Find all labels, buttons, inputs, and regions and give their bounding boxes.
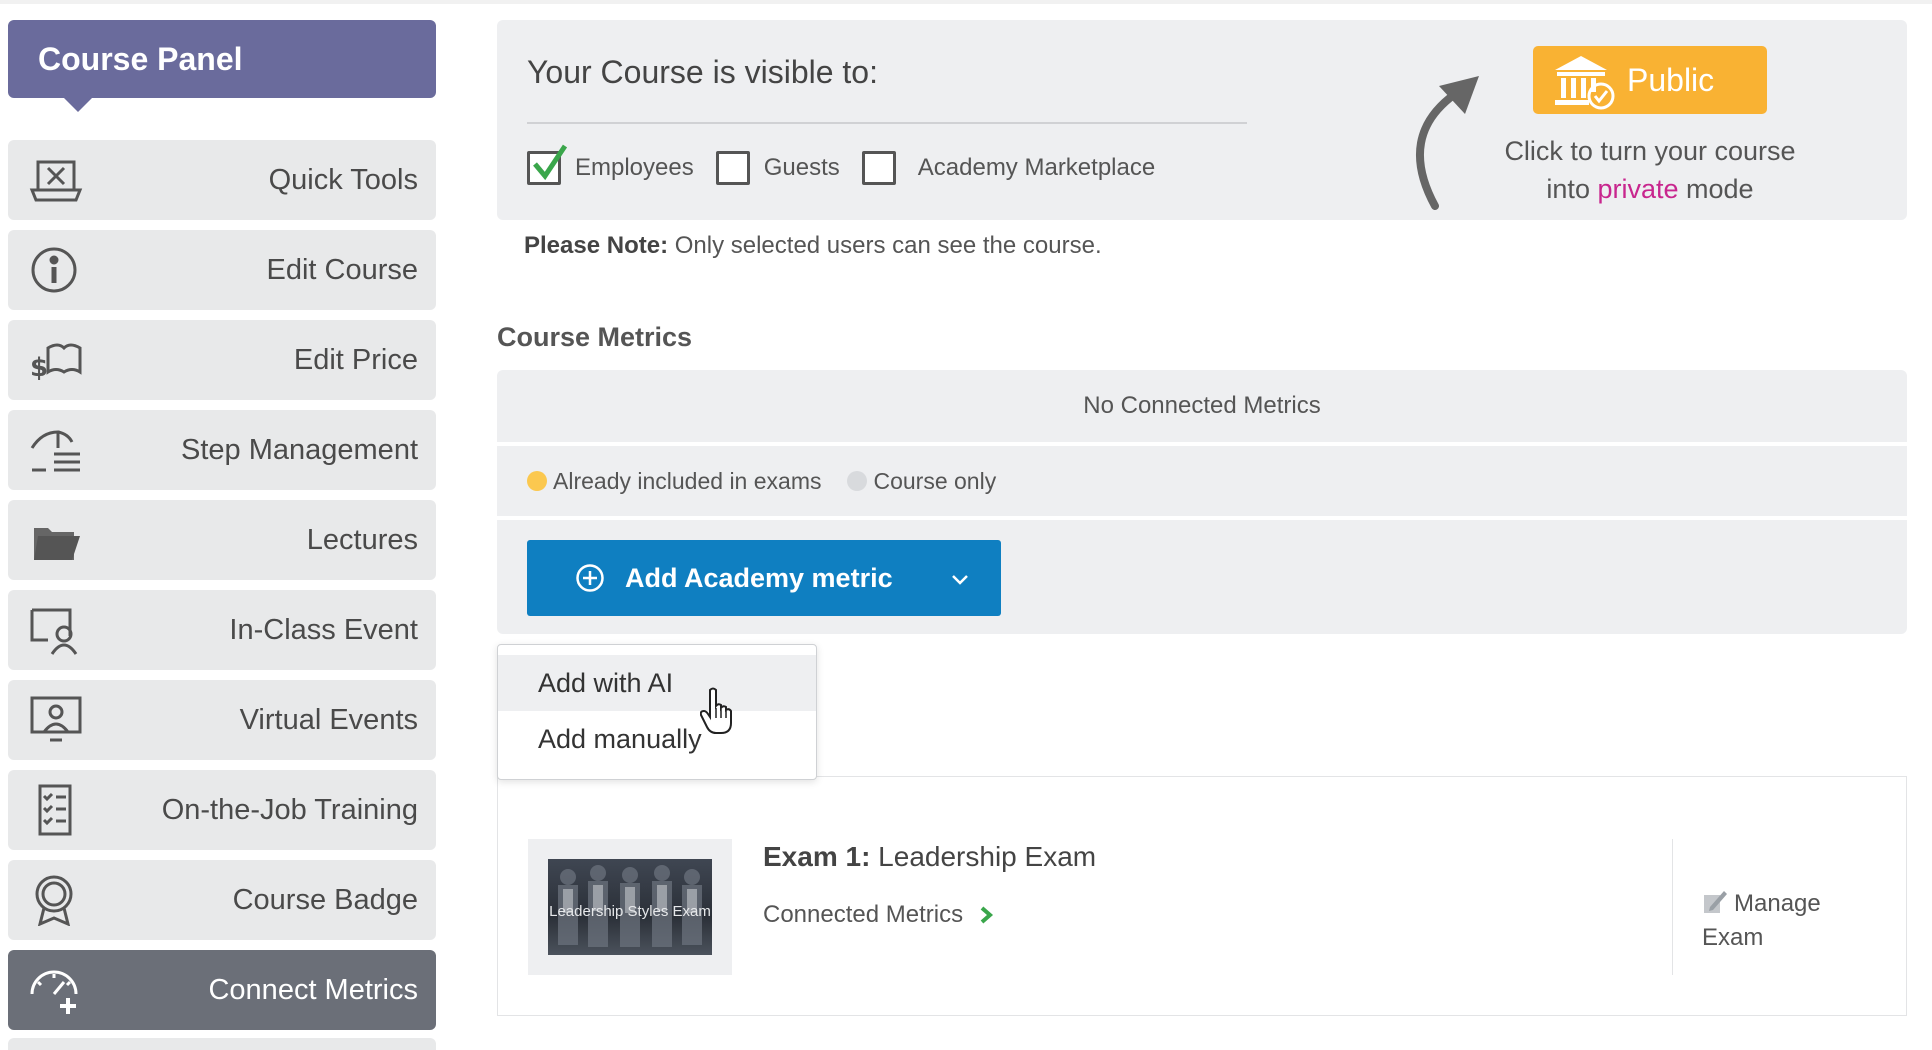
sidebar-item-course-badge[interactable]: Course Badge — [8, 860, 436, 940]
metrics-legend: Already included in exams Course only — [497, 446, 1907, 516]
sidebar-item-label: Connect Metrics — [208, 974, 418, 1006]
sidebar-item-on-the-job-training[interactable]: On-the-Job Training — [8, 770, 436, 850]
sidebar-nav: Quick Tools Edit Course $ Edit Price Ste… — [8, 140, 436, 1040]
course-panel-title: Course Panel — [38, 41, 243, 77]
bank-check-icon — [1555, 56, 1615, 110]
sidebar-item-label: In-Class Event — [229, 614, 418, 646]
chevron-right-icon — [980, 906, 994, 924]
exam-name: Leadership Exam — [870, 841, 1097, 872]
sidebar-item-label: Virtual Events — [239, 704, 418, 736]
sidebar-item-label: On-the-Job Training — [161, 794, 418, 826]
legend-label-exams: Already included in exams — [553, 467, 822, 494]
add-metric-row: Add Academy metric — [497, 520, 1907, 634]
visibility-option-academy-marketplace[interactable]: Academy Marketplace — [861, 151, 1156, 185]
exam-thumbnail[interactable]: Leadership Styles Exam — [548, 859, 712, 955]
public-toggle-button[interactable]: Public — [1533, 46, 1767, 114]
exam-thumbnail-frame: Leadership Styles Exam — [528, 839, 732, 975]
exam-card: Leadership Styles Exam Exam 1: Leadershi… — [497, 776, 1907, 1016]
visibility-option-employees[interactable]: Employees — [527, 144, 694, 185]
academy-marketplace-checkbox[interactable] — [861, 151, 896, 185]
legend-label-course: Course only — [873, 467, 997, 494]
sidebar-item-step-management[interactable]: Step Management — [8, 410, 436, 490]
legend-dot-exams — [527, 471, 547, 491]
edit-pencil-icon — [1704, 891, 1727, 913]
sidebar-item-connect-metrics[interactable]: Connect Metrics — [8, 950, 436, 1030]
note-text: Only selected users can see the course. — [668, 232, 1102, 259]
sidebar-item-label: Edit Price — [293, 344, 418, 376]
add-academy-metric-label: Add Academy metric — [625, 563, 893, 593]
visibility-hint: Click to turn your course into private m… — [1483, 132, 1817, 208]
sidebar-item-label: Step Management — [181, 434, 418, 466]
price-book-icon: $ — [28, 334, 84, 386]
hint-text-end: mode — [1678, 174, 1754, 204]
connected-metrics-label: Connected Metrics — [763, 901, 964, 928]
sidebar-item-edit-price[interactable]: $ Edit Price — [8, 320, 436, 400]
sidebar-item-label: Edit Course — [266, 254, 418, 286]
add-academy-metric-button[interactable]: Add Academy metric — [527, 540, 1001, 616]
visibility-title: Your Course is visible to: — [527, 54, 878, 90]
manage-exam-button[interactable]: Manage Exam — [1702, 887, 1882, 955]
top-border — [0, 0, 1932, 4]
chevron-down-icon — [952, 575, 968, 585]
sidebar-item-in-class-event[interactable]: In-Class Event — [8, 590, 436, 670]
add-metric-dropdown: Add with AI Add manually — [497, 644, 817, 780]
info-icon — [28, 244, 84, 296]
header-pointer — [64, 98, 92, 112]
course-metrics-panel: No Connected Metrics Already included in… — [497, 370, 1907, 634]
visibility-option-guests[interactable]: Guests — [715, 151, 840, 185]
sidebar-item-label: Lectures — [306, 524, 418, 556]
step-management-icon — [28, 424, 84, 476]
course-panel-header: Course Panel — [8, 20, 436, 112]
guests-label: Guests — [763, 154, 840, 181]
sidebar-item-label: Quick Tools — [268, 164, 418, 196]
exam-title: Exam 1: Leadership Exam — [763, 841, 1096, 873]
no-metrics-row: No Connected Metrics — [497, 370, 1907, 442]
exam-number: Exam 1: — [763, 841, 871, 872]
connected-metrics-link[interactable]: Connected Metrics — [763, 901, 995, 929]
dropdown-item-add-manually[interactable]: Add manually — [498, 711, 816, 767]
note-label: Please Note: — [524, 232, 669, 259]
exam-thumbnail-text: Leadership Styles Exam — [549, 903, 711, 920]
sidebar-item-edit-course[interactable]: Edit Course — [8, 230, 436, 310]
course-metrics-title: Course Metrics — [497, 322, 693, 352]
quick-tools-icon — [28, 154, 84, 206]
sidebar-item-quick-tools[interactable]: Quick Tools — [8, 140, 436, 220]
sidebar-item-virtual-events[interactable]: Virtual Events — [8, 680, 436, 760]
private-highlight: private — [1597, 174, 1679, 204]
divider — [527, 122, 1247, 124]
virtual-events-icon — [28, 694, 84, 746]
no-metrics-text: No Connected Metrics — [1083, 392, 1321, 419]
employees-checkbox[interactable] — [527, 144, 568, 185]
plus-circle-icon — [576, 564, 604, 592]
sidebar-item-label: Course Badge — [232, 884, 418, 916]
divider — [1672, 839, 1673, 975]
svg-text:$: $ — [30, 353, 48, 383]
legend-dot-course — [847, 471, 868, 491]
academy-marketplace-label: Academy Marketplace — [917, 154, 1156, 181]
in-class-event-icon — [28, 604, 84, 656]
dropdown-item-add-with-ai[interactable]: Add with AI — [498, 655, 816, 711]
badge-icon — [28, 874, 84, 927]
visibility-options: Employees Guests Academy Marketplace — [527, 144, 1177, 188]
check-icon — [533, 144, 568, 181]
checklist-icon — [28, 784, 84, 836]
folder-icon — [28, 514, 84, 566]
hand-cursor-icon — [700, 687, 732, 734]
visibility-card: Your Course is visible to: Employees Gue… — [497, 20, 1907, 220]
public-button-label: Public — [1627, 62, 1715, 98]
guests-checkbox[interactable] — [715, 151, 750, 185]
sidebar-item-partial[interactable] — [8, 1038, 436, 1050]
employees-label: Employees — [575, 154, 694, 181]
speedometer-plus-icon — [28, 964, 84, 1016]
visibility-note: Please Note: Only selected users can see… — [524, 232, 1102, 260]
sidebar-item-lectures[interactable]: Lectures — [8, 500, 436, 580]
